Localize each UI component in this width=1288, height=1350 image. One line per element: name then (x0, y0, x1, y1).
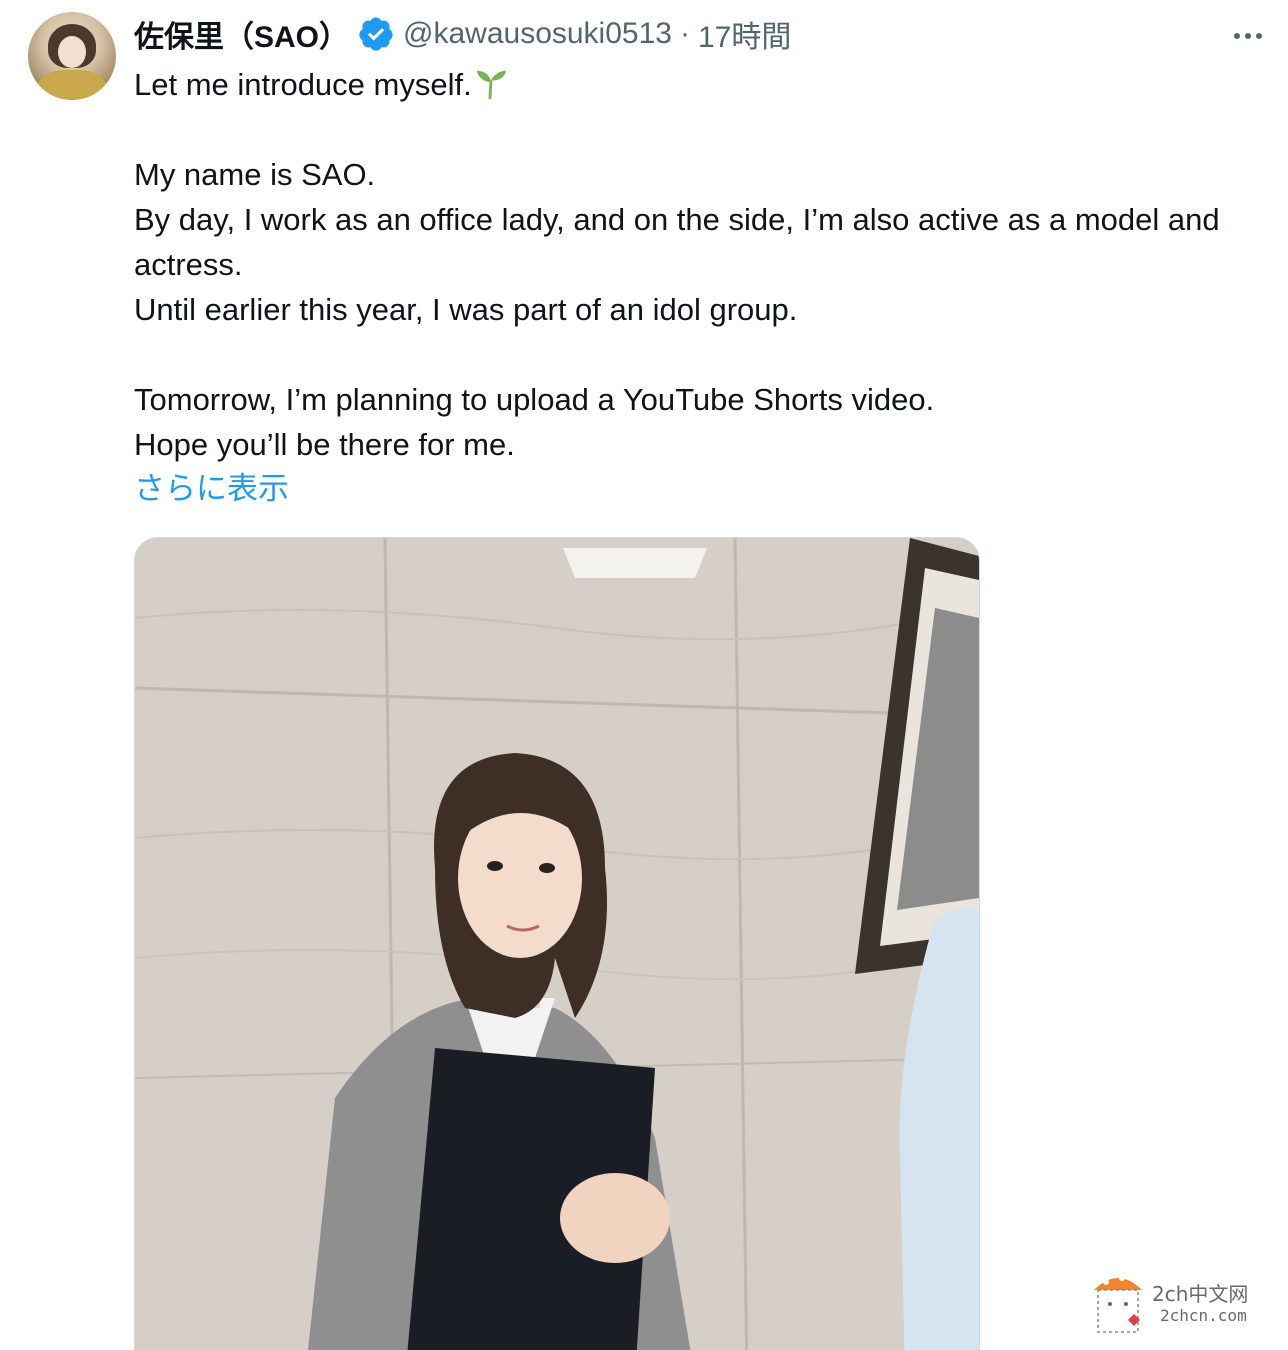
separator-dot: · (679, 17, 690, 50)
avatar-body (38, 70, 106, 100)
text-line: Tomorrow, I’m planning to upload a YouTu… (134, 382, 935, 417)
watermark-mascot-icon (1094, 1275, 1142, 1333)
more-dot (1245, 33, 1251, 39)
tweet-photo[interactable] (134, 537, 980, 1350)
tweet-text: Let me introduce myself. My name is SAO.… (134, 62, 1264, 467)
more-dot (1256, 33, 1262, 39)
show-more-link[interactable]: さらに表示 (134, 466, 289, 511)
watermark-text: 2ch中文网 (1152, 1282, 1249, 1306)
user-handle[interactable]: @kawausosuki0513 (403, 17, 672, 51)
more-dot (1234, 33, 1240, 39)
photo-illustration (135, 538, 979, 1350)
text-line (134, 107, 1264, 152)
text-line: Hope you’ll be there for me. (134, 427, 515, 462)
tweet-timestamp[interactable]: 17時間 (698, 12, 791, 56)
watermark-url: 2chcn.com (1160, 1306, 1247, 1325)
text-line: My name is SAO. (134, 157, 376, 192)
display-name[interactable]: 佐保里（SAO） (134, 12, 349, 56)
watermark-logo: 2ch中文网 2chcn.com (1088, 1268, 1278, 1338)
text-line: Let me introduce myself. (134, 62, 1264, 107)
text-line-content: Let me introduce myself. (134, 67, 472, 102)
avatar-face (58, 36, 86, 68)
text-line (134, 332, 1264, 377)
avatar[interactable] (28, 12, 116, 100)
text-line: Until earlier this year, I was part of a… (134, 292, 798, 327)
more-horizontal-icon[interactable] (1226, 18, 1270, 54)
verified-badge-icon (357, 15, 395, 53)
text-line: By day, I work as an office lady, and on… (134, 202, 1220, 282)
tweet-header: 佐保里（SAO） @kawausosuki0513 · 17時間 (134, 14, 791, 54)
seedling-icon (474, 67, 508, 101)
tweet-card[interactable]: 佐保里（SAO） @kawausosuki0513 · 17時間 Let me … (0, 0, 1288, 1350)
